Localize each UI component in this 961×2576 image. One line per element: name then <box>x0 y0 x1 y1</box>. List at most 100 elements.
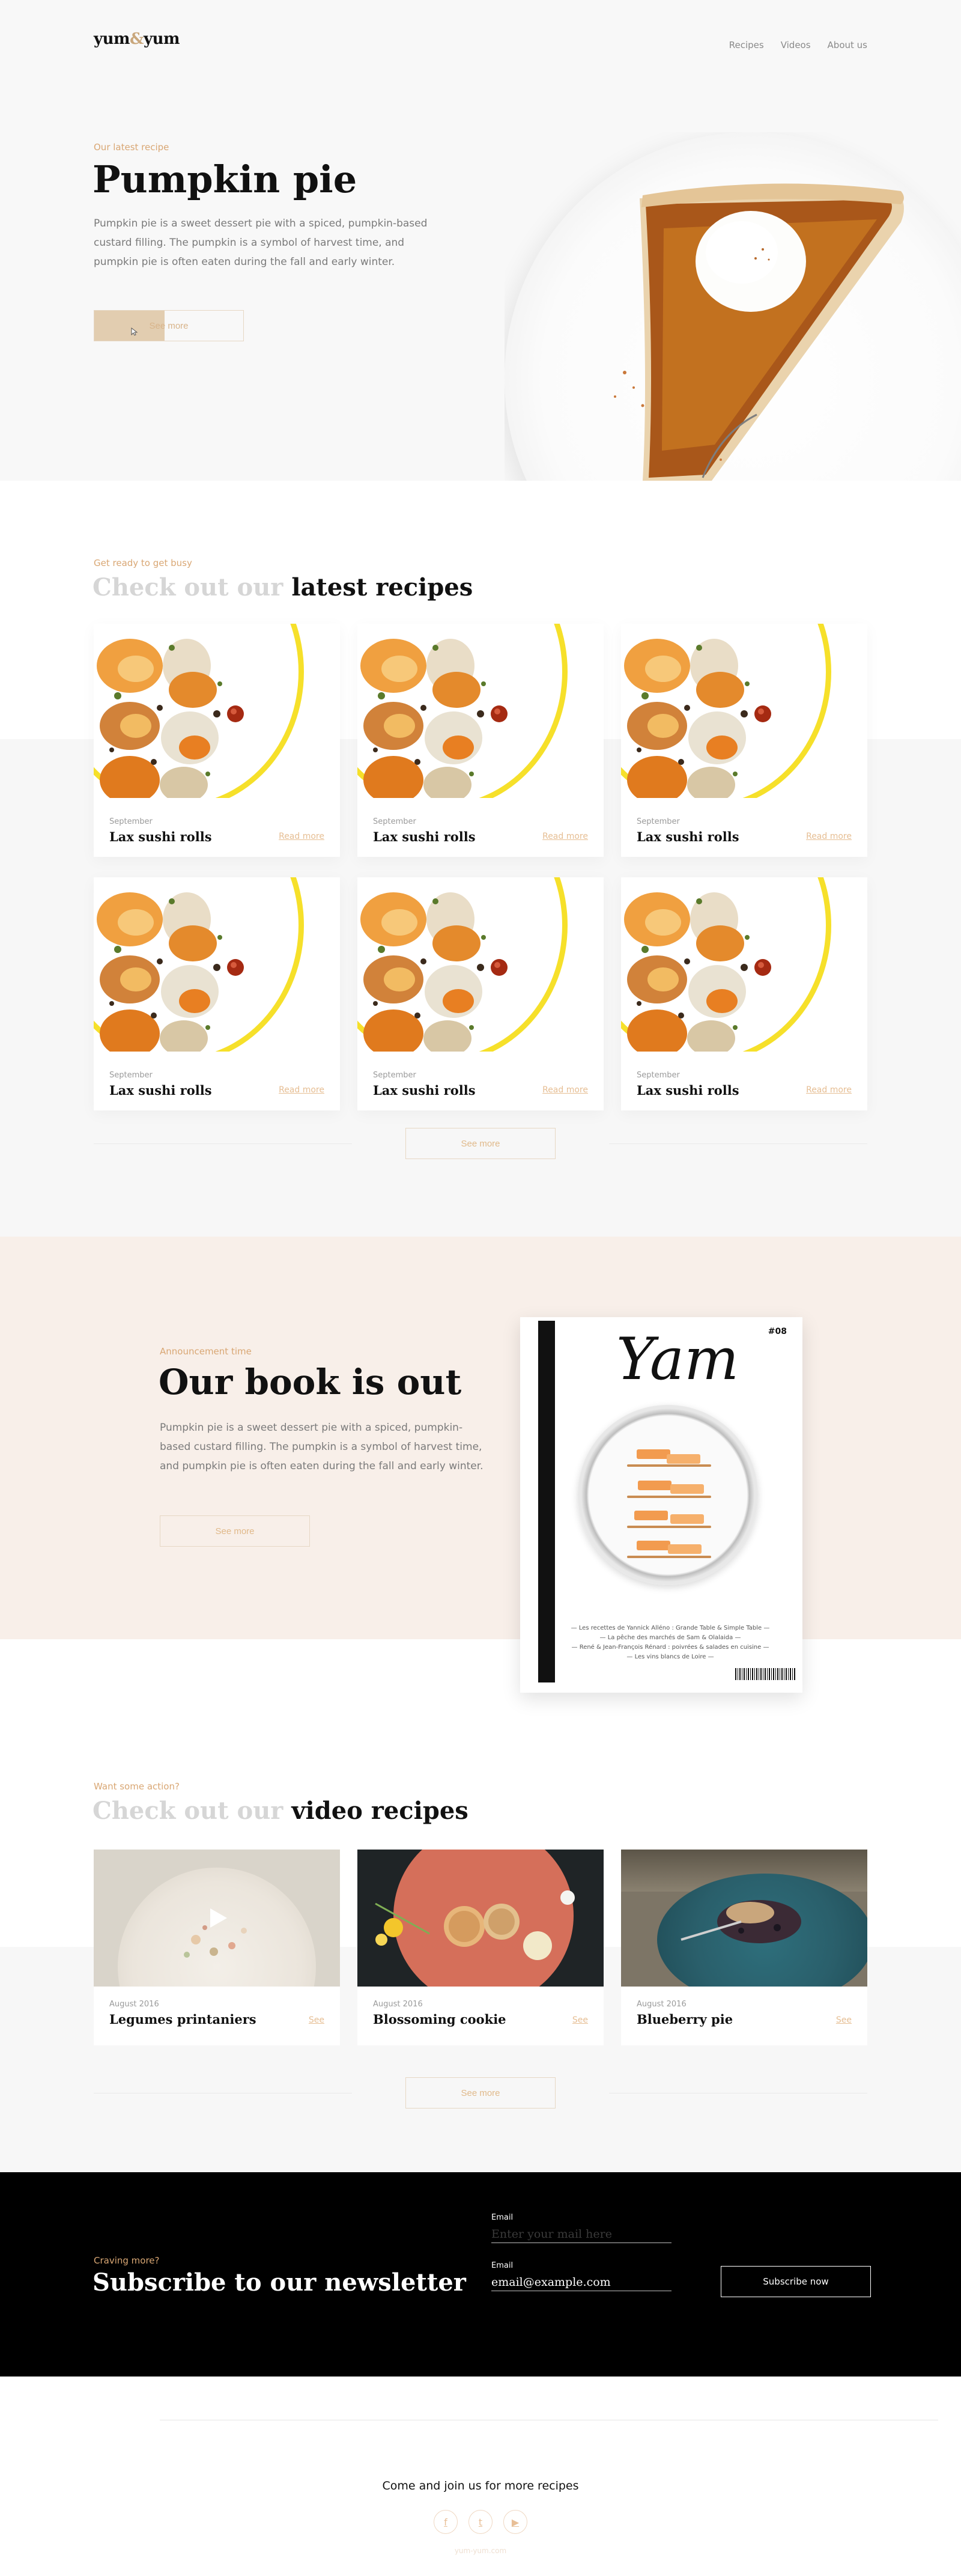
book-plate-image <box>578 1405 758 1585</box>
recipe-name: Lax sushi rolls <box>373 1083 476 1098</box>
divider-right <box>609 1143 867 1144</box>
read-more-link[interactable]: Read more <box>542 832 588 841</box>
cover-line: — La pêche des marchés de Sam & Olalaida… <box>599 1634 741 1641</box>
latest-eyebrow: Get ready to get busy <box>94 558 192 568</box>
food-piece <box>670 1484 704 1494</box>
videos-see-more-button[interactable]: See more <box>405 2077 556 2109</box>
pie-slice <box>614 183 904 481</box>
sushi-rolls <box>97 639 244 798</box>
twitter-icon[interactable]: t <box>468 2510 493 2534</box>
recipe-date: September <box>637 1071 680 1080</box>
book-cover-title: Yam <box>616 1326 739 1393</box>
book-cover-lines: — Les recettes de Yannick Alléno : Grand… <box>556 1624 784 1662</box>
recipe-name: Lax sushi rolls <box>637 1083 739 1098</box>
read-more-link[interactable]: Read more <box>279 832 324 841</box>
videos-eyebrow: Want some action? <box>94 1781 180 1792</box>
cursor-icon <box>131 327 138 336</box>
recipe-card[interactable]: September Lax sushi rolls Read more <box>621 877 867 1110</box>
video-thumbnail <box>357 1850 604 1987</box>
email-input-2[interactable] <box>491 2273 671 2291</box>
recipe-card[interactable]: September Lax sushi rolls Read more <box>94 877 340 1110</box>
barcode <box>735 1668 795 1680</box>
latest-title: Check out our latest recipes <box>92 573 473 601</box>
newsletter-eyebrow: Craving more? <box>94 2255 160 2266</box>
book-see-more-button[interactable]: See more <box>160 1515 310 1547</box>
book-eyebrow: Announcement time <box>160 1346 252 1357</box>
hero-button-label: See more <box>149 320 189 331</box>
recipe-image <box>357 624 604 798</box>
sushi-rolls <box>624 639 771 798</box>
recipe-name: Lax sushi rolls <box>109 829 212 844</box>
book-description: Pumpkin pie is a sweet dessert pie with … <box>160 1422 484 1472</box>
email-input-1[interactable] <box>491 2225 671 2243</box>
play-icon[interactable] <box>205 1906 229 1930</box>
recipe-image <box>94 624 340 798</box>
blueberry-pie <box>681 1900 801 1943</box>
food-piece <box>637 1541 670 1550</box>
skewer <box>627 1496 711 1498</box>
book-spine <box>538 1321 555 1682</box>
recipe-image <box>357 877 604 1052</box>
video-thumbnail <box>94 1850 340 1987</box>
cover-line: — René & Jean-François Rénard : poivrées… <box>571 1644 769 1651</box>
recipe-date: September <box>373 817 416 826</box>
videos-title-muted: Check out our <box>92 1797 283 1825</box>
logo[interactable]: yum&yum <box>94 30 180 48</box>
read-more-link[interactable]: Read more <box>542 1085 588 1095</box>
recipe-date: September <box>109 817 153 826</box>
nav-about-us[interactable]: About us <box>828 40 867 50</box>
video-see-link[interactable]: See <box>309 2015 324 2025</box>
hero-eyebrow: Our latest recipe <box>94 142 169 153</box>
facebook-icon[interactable]: f <box>434 2510 458 2534</box>
hero-see-more-button[interactable]: See more <box>94 310 244 341</box>
video-see-link[interactable]: See <box>572 2015 588 2025</box>
recipe-card[interactable]: September Lax sushi rolls Read more <box>357 877 604 1110</box>
cover-line: — Les recettes de Yannick Alléno : Grand… <box>571 1625 770 1631</box>
book-title: Our book is out <box>159 1362 462 1402</box>
hero-description: Pumpkin pie is a sweet dessert pie with … <box>94 218 428 268</box>
video-see-link[interactable]: See <box>836 2015 852 2025</box>
hero-section: yum&yum Recipes Videos About us Our late… <box>0 0 961 481</box>
copyright: yum-yum.com <box>454 2547 507 2555</box>
newsletter-title: Subscribe to our newsletter <box>92 2268 466 2297</box>
read-more-link[interactable]: Read more <box>279 1085 324 1095</box>
read-more-link[interactable]: Read more <box>806 1085 852 1095</box>
recipe-image <box>621 877 867 1052</box>
book-cover[interactable]: Yam #08 — Les recettes de Yannick Alléno… <box>520 1317 802 1693</box>
nav-recipes[interactable]: Recipes <box>729 40 764 50</box>
video-name: Blossoming cookie <box>373 2012 506 2027</box>
subscribe-button[interactable]: Subscribe now <box>721 2266 871 2297</box>
video-date: August 2016 <box>637 2000 687 2009</box>
food-piece <box>634 1511 668 1520</box>
recipe-name: Lax sushi rolls <box>109 1083 212 1098</box>
videos-title: Check out our video recipes <box>92 1797 468 1825</box>
video-date: August 2016 <box>109 2000 159 2009</box>
latest-title-muted: Check out our <box>92 573 283 601</box>
video-card[interactable]: August 2016 Legumes printaniers See <box>94 1850 340 2045</box>
recipe-date: September <box>109 1071 153 1080</box>
food-piece <box>670 1514 704 1524</box>
logo-amp: & <box>130 30 144 48</box>
video-card[interactable]: August 2016 Blossoming cookie See <box>357 1850 604 2045</box>
book-issue-number: #08 <box>768 1327 787 1336</box>
skewer <box>627 1464 711 1467</box>
logo-right: yum <box>144 30 180 48</box>
recipe-image <box>94 877 340 1052</box>
pumpkin-pie-image <box>505 132 961 481</box>
food-piece <box>638 1481 671 1490</box>
recipe-date: September <box>637 817 680 826</box>
recipe-name: Lax sushi rolls <box>373 829 476 844</box>
latest-title-strong: latest recipes <box>291 573 473 601</box>
video-card[interactable]: August 2016 Blueberry pie See <box>621 1850 867 2045</box>
social-links: f t ▶ <box>0 2510 961 2534</box>
recipe-card[interactable]: September Lax sushi rolls Read more <box>621 624 867 857</box>
recipe-card[interactable]: September Lax sushi rolls Read more <box>357 624 604 857</box>
read-more-link[interactable]: Read more <box>806 832 852 841</box>
nav-videos[interactable]: Videos <box>781 40 811 50</box>
youtube-icon[interactable]: ▶ <box>503 2510 527 2534</box>
video-name: Blueberry pie <box>637 2012 733 2027</box>
latest-see-more-button[interactable]: See more <box>405 1128 556 1159</box>
video-thumbnail <box>621 1850 867 1987</box>
recipe-card[interactable]: September Lax sushi rolls Read more <box>94 624 340 857</box>
logo-left: yum <box>94 30 130 48</box>
